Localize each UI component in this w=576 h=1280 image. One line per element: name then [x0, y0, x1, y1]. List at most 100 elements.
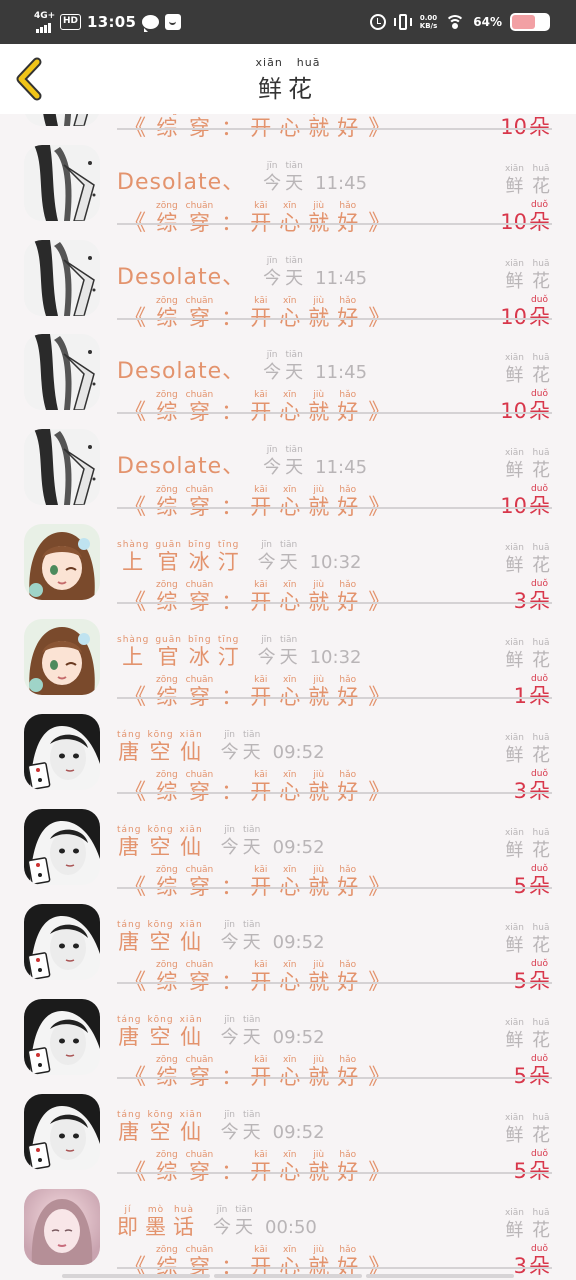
work-title-char-pinyin: zōng [156, 1150, 178, 1160]
avatar[interactable] [24, 1189, 100, 1265]
network-speed: 0.00 KB/s [420, 14, 437, 30]
sender-name[interactable]: Desolate、 [117, 359, 245, 385]
flower-char-char: 花 [532, 176, 550, 197]
sender-name[interactable]: Desolate、 [117, 265, 245, 291]
list-item[interactable]: shàng 上 guān 官 bīng 冰 tīng 汀 jīn 今 tiān 天 10:32 《 zōng… [0, 604, 576, 710]
name-char: tīng 汀 [218, 635, 240, 670]
today-char-char: 今 [220, 742, 239, 763]
work-title-char-pinyin: zōng [156, 865, 178, 875]
flower-char: huā 花 [532, 733, 550, 768]
work-title-char-pinyin: chuān [185, 865, 214, 875]
work-title-char-pinyin: zōng [156, 770, 178, 780]
today-char: jīn 今 [263, 350, 281, 385]
flower-label: xiān 鲜 huā 花 [490, 448, 550, 483]
flower-char-pinyin: huā [532, 543, 550, 553]
flower-char: xiān 鲜 [505, 1208, 524, 1243]
flower-char-char: 鲜 [505, 365, 524, 386]
avatar[interactable] [24, 114, 100, 126]
list-item[interactable]: táng 唐 kōng 空 xiān 仙 jīn 今 tiān 天 09:52 《 zōng 综 chuān… [0, 984, 576, 1090]
flower-char: huā 花 [532, 828, 550, 863]
today-char: tiān 天 [243, 730, 261, 765]
list-item[interactable]: Desolate、 jīn 今 tiān 天 11:45 《 zōng 综 chuān 穿： kāi 开… [0, 319, 576, 425]
name-char: kōng 空 [147, 920, 173, 955]
name-char-pinyin: tīng [217, 540, 240, 550]
list-item[interactable]: táng 唐 kōng 空 xiān 仙 jīn 今 tiān 天 09:52 《 zōng 综 chuān… [0, 1079, 576, 1185]
work-title-char-pinyin: xīn [282, 485, 297, 495]
avatar[interactable] [24, 904, 100, 980]
avatar[interactable] [24, 334, 100, 410]
avatar[interactable] [24, 524, 100, 600]
sender-name[interactable]: táng 唐 kōng 空 xiān 仙 [117, 1110, 203, 1145]
today-char-pinyin: tiān [243, 920, 261, 930]
name-char-pinyin: xiān [179, 1015, 203, 1025]
clock: 13:05 [87, 13, 137, 31]
flower-char: xiān 鲜 [505, 638, 524, 673]
name-char-pinyin: táng [117, 1110, 142, 1120]
avatar[interactable] [24, 1094, 100, 1170]
timestamp: jīn 今 tiān 天 10:32 [258, 635, 362, 670]
list-item[interactable]: Desolate、 jīn 今 tiān 天 11:45 《 zōng 综 chuān 穿： kāi 开… [0, 130, 576, 236]
gift-record-list[interactable]: jīn今tiān天《zōng综chuān穿：kāi开xīn心jiù就hǎo好》x… [0, 114, 576, 1280]
list-item[interactable]: shàng 上 guān 官 bīng 冰 tīng 汀 jīn 今 tiān 天 10:32 《 zōng… [0, 509, 576, 615]
work-title-char-pinyin: jiù [313, 770, 325, 780]
today-label: jīn 今 tiān 天 [258, 635, 298, 670]
count-unit-pinyin: duǒ [531, 1244, 548, 1254]
sender-name[interactable]: táng 唐 kōng 空 xiān 仙 [117, 920, 203, 955]
avatar[interactable] [24, 809, 100, 885]
avatar[interactable] [24, 240, 100, 316]
flower-char: huā 花 [532, 923, 550, 958]
sender-name[interactable]: táng 唐 kōng 空 xiān 仙 [117, 1015, 203, 1050]
name-char: kōng 空 [147, 730, 173, 765]
work-title-char-pinyin: hǎo [339, 865, 357, 875]
list-item[interactable]: táng 唐 kōng 空 xiān 仙 jīn 今 tiān 天 09:52 《 zōng 综 chuān… [0, 889, 576, 995]
back-button[interactable] [10, 56, 54, 102]
today-label: jīn 今 tiān 天 [221, 730, 261, 765]
count-unit: duǒ朵 [529, 1244, 550, 1279]
sender-name[interactable]: táng 唐 kōng 空 xiān 仙 [117, 825, 203, 860]
name-char-pinyin: guān [155, 540, 182, 550]
avatar[interactable] [24, 999, 100, 1075]
flower-char: xiān 鲜 [505, 259, 524, 294]
sender-name[interactable]: Desolate、 [117, 454, 245, 480]
flower-char: xiān 鲜 [505, 164, 524, 199]
list-item[interactable]: Desolate、 jīn 今 tiān 天 11:45 《 zōng 综 chuān 穿： kāi 开… [0, 225, 576, 331]
timestamp: jīn 今 tiān 天 11:45 [263, 161, 367, 196]
work-title-char-pinyin: jiù [313, 296, 325, 306]
today-char-char: 今 [213, 1217, 231, 1238]
sender-name[interactable]: táng 唐 kōng 空 xiān 仙 [117, 730, 203, 765]
sender-name[interactable]: jí 即 mò 墨 huà 话 [117, 1205, 195, 1240]
name-char-char: 上 [122, 550, 145, 574]
today-char-pinyin: tiān [235, 1205, 253, 1215]
avatar[interactable] [24, 429, 100, 505]
today-char: jīn 今 [263, 256, 281, 291]
name-char-char: 空 [149, 930, 172, 954]
timestamp: jīn 今 tiān 天 11:45 [263, 350, 367, 385]
count-unit-pinyin: duǒ [531, 1149, 548, 1159]
today-label: jīn 今 tiān 天 [263, 256, 303, 291]
today-char-char: 今 [220, 837, 239, 858]
name-char-char: 仙 [180, 930, 203, 954]
list-item[interactable]: jīn今tiān天《zōng综chuān穿：kāi开xīn心jiù就hǎo好》x… [0, 114, 576, 141]
today-char-pinyin: jīn [224, 730, 236, 740]
list-item[interactable]: táng 唐 kōng 空 xiān 仙 jīn 今 tiān 天 09:52 《 zōng 综 chuān… [0, 794, 576, 900]
work-title-char-pinyin: chuān [185, 675, 214, 685]
name-char: shàng 上 [117, 635, 149, 670]
flower-char: huā 花 [532, 353, 550, 388]
work-title-char-pinyin: zōng [156, 960, 178, 970]
work-title-char-pinyin: kāi [254, 201, 268, 211]
flower-char-pinyin: huā [532, 1018, 550, 1028]
avatar[interactable] [24, 714, 100, 790]
sender-name[interactable]: shàng 上 guān 官 bīng 冰 tīng 汀 [117, 635, 240, 670]
name-char-pinyin: kōng [147, 730, 174, 740]
sender-name[interactable]: Desolate、 [117, 170, 245, 196]
today-label: jīn 今 tiān 天 [221, 920, 261, 955]
flower-char-char: 鲜 [505, 271, 524, 292]
today-char-char: 今 [263, 268, 282, 289]
list-item[interactable]: jí 即 mò 墨 huà 话 jīn 今 tiān 天 00:50 《 zōng 综 chuān 穿： kāi… [0, 1174, 576, 1280]
sender-name[interactable]: shàng 上 guān 官 bīng 冰 tīng 汀 [117, 540, 240, 575]
avatar[interactable] [24, 619, 100, 695]
list-item[interactable]: táng 唐 kōng 空 xiān 仙 jīn 今 tiān 天 09:52 《 zōng 综 chuān… [0, 699, 576, 805]
avatar[interactable] [24, 145, 100, 221]
name-char-char: 上 [122, 645, 145, 669]
list-item[interactable]: Desolate、 jīn 今 tiān 天 11:45 《 zōng 综 chuān 穿： kāi 开… [0, 414, 576, 520]
